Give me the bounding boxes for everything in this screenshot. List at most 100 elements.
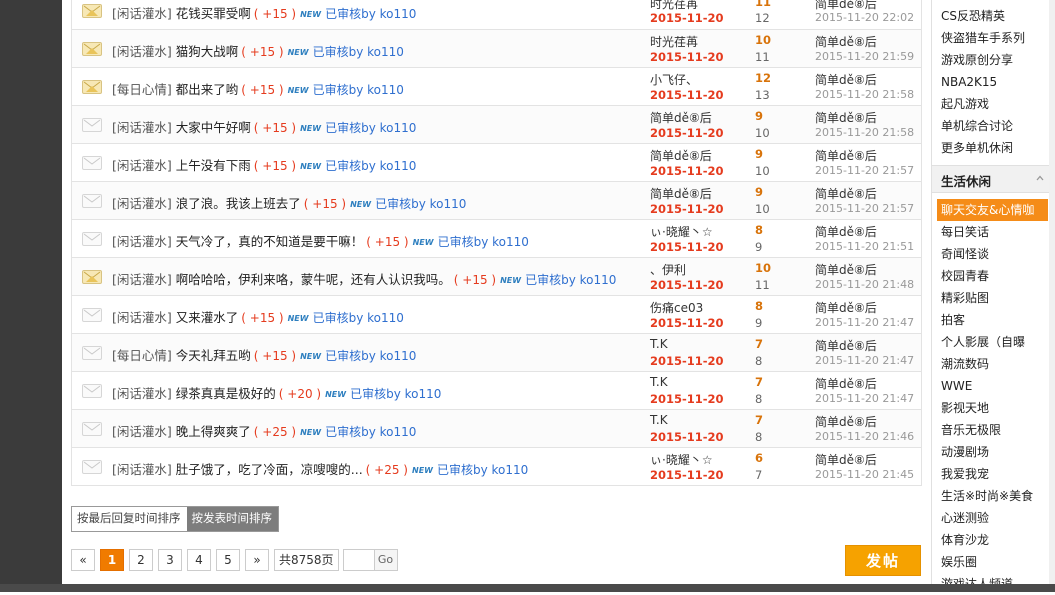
thread-row[interactable]: [闲话灌水] 又来灌水了( +15 ) NEW 已审核by ko110 伤痛ce03 2… — [72, 296, 921, 334]
sidebar-life-item[interactable]: 潮流数码 — [932, 353, 1055, 375]
page-number-input[interactable] — [342, 549, 374, 571]
last-reply-user[interactable]: 简单dě⑧后 — [815, 413, 877, 430]
thread-title-link[interactable]: 今天礼拜五哟 — [176, 348, 251, 363]
sidebar-life-item[interactable]: 奇闻怪谈 — [932, 243, 1055, 265]
last-reply-user[interactable]: 简单dě⑧后 — [815, 33, 877, 50]
thread-author[interactable]: T.K — [650, 375, 668, 389]
thread-title-link[interactable]: 浪了浪。我该上班去了 — [176, 196, 301, 211]
thread-author[interactable]: 简单dě⑧后 — [650, 185, 712, 202]
prev-page-button[interactable]: « — [71, 549, 95, 571]
page-1-button[interactable]: 1 — [100, 549, 124, 571]
thread-title-link[interactable]: 花钱买罪受啊 — [176, 6, 251, 21]
sort-by-post-time-button[interactable]: 按发表时间排序 — [186, 507, 278, 531]
last-reply-user[interactable]: 简单dě⑧后 — [815, 185, 877, 202]
thread-title-link[interactable]: 啊哈哈哈，伊利来咯，蒙牛呢，还有人认识我吗。 — [176, 272, 451, 287]
thread-title-link[interactable]: 都出来了哟 — [176, 82, 239, 97]
last-reply-user[interactable]: 简单dě⑧后 — [815, 451, 877, 468]
sidebar-life-item[interactable]: 音乐无极限 — [932, 419, 1055, 441]
thread-title-link[interactable]: 又来灌水了 — [176, 310, 239, 325]
page-5-button[interactable]: 5 — [216, 549, 240, 571]
sidebar-game-item[interactable]: 单机综合讨论 — [932, 115, 1055, 137]
thread-row[interactable]: [每日心情] 今天礼拜五哟( +15 ) NEW 已审核by ko110 T.K 201… — [72, 334, 921, 372]
thread-author[interactable]: 伤痛ce03 — [650, 299, 703, 316]
page-2-button[interactable]: 2 — [129, 549, 153, 571]
sidebar-life-item[interactable]: WWE — [932, 375, 1055, 397]
thread-row[interactable]: [闲话灌水] 肚子饿了，吃了冷面，凉嗖嗖的...( +25 ) NEW 已审核by … — [72, 448, 921, 486]
thread-row[interactable]: [闲话灌水] 啊哈哈哈，伊利来咯，蒙牛呢，还有人认识我吗。( +15 ) NEW 已… — [72, 258, 921, 296]
last-reply-user[interactable]: 简单dě⑧后 — [815, 223, 877, 240]
thread-author[interactable]: 简单dě⑧后 — [650, 109, 712, 126]
page-3-button[interactable]: 3 — [158, 549, 182, 571]
thread-row[interactable]: [闲话灌水] 绿茶真真是极好的( +20 ) NEW 已审核by ko110 T.K 2… — [72, 372, 921, 410]
sidebar-game-item[interactable]: 更多单机休闲 — [932, 137, 1055, 159]
sidebar-life-item[interactable]: 心迷测验 — [932, 507, 1055, 529]
sidebar-life-item[interactable]: 拍客 — [932, 309, 1055, 331]
last-reply-user[interactable]: 简单dě⑧后 — [815, 299, 877, 316]
thread-category[interactable]: [闲话灌水] — [112, 234, 172, 249]
sidebar-game-item[interactable]: 起凡游戏 — [932, 93, 1055, 115]
sidebar-life-item[interactable]: 个人影展（自曝 — [932, 331, 1055, 353]
thread-category[interactable]: [闲话灌水] — [112, 386, 172, 401]
thread-author[interactable]: ぃ·晓耀丶☆ — [650, 223, 713, 240]
sidebar-life-item[interactable]: 生活※时尚※美食 — [932, 485, 1055, 507]
last-reply-user[interactable]: 简单dě⑧后 — [815, 375, 877, 392]
thread-row[interactable]: [闲话灌水] 猫狗大战啊( +15 ) NEW 已审核by ko110 时光荏苒 201… — [72, 30, 921, 68]
sidebar-life-item[interactable]: 我爱我宠 — [932, 463, 1055, 485]
sidebar-game-item[interactable]: NBA2K15 — [932, 71, 1055, 93]
thread-row[interactable]: [闲话灌水] 上午没有下雨( +15 ) NEW 已审核by ko110 简单dě⑧后… — [72, 144, 921, 182]
thread-title-link[interactable]: 绿茶真真是极好的 — [176, 386, 276, 401]
thread-category[interactable]: [每日心情] — [112, 348, 172, 363]
sidebar-game-item[interactable]: CS反恐精英 — [932, 5, 1055, 27]
thread-title-link[interactable]: 大家中午好啊 — [176, 120, 251, 135]
thread-category[interactable]: [闲话灌水] — [112, 44, 172, 59]
thread-row[interactable]: [每日心情] 都出来了哟( +15 ) NEW 已审核by ko110 小飞仔、 201… — [72, 68, 921, 106]
thread-category[interactable]: [闲话灌水] — [112, 462, 172, 477]
thread-row[interactable]: [闲话灌水] 花钱买罪受啊( +15 ) NEW 已审核by ko110 时光荏苒 20… — [72, 0, 921, 30]
thread-row[interactable]: [闲话灌水] 晚上得爽爽了( +25 ) NEW 已审核by ko110 T.K 201… — [72, 410, 921, 448]
thread-title-link[interactable]: 上午没有下雨 — [176, 158, 251, 173]
thread-category[interactable]: [闲话灌水] — [112, 158, 172, 173]
thread-author[interactable]: 小飞仔、 — [650, 71, 698, 88]
new-post-button[interactable]: 发帖 — [845, 545, 921, 576]
last-reply-user[interactable]: 简单dě⑧后 — [815, 337, 877, 354]
thread-author[interactable]: T.K — [650, 413, 668, 427]
sidebar-life-item[interactable]: 体育沙龙 — [932, 529, 1055, 551]
sidebar-game-item[interactable]: 游戏原创分享 — [932, 49, 1055, 71]
thread-row[interactable]: [闲话灌水] 浪了浪。我该上班去了( +15 ) NEW 已审核by ko110 简单… — [72, 182, 921, 220]
go-button[interactable]: Go — [373, 549, 398, 571]
thread-author[interactable]: ぃ·晓耀丶☆ — [650, 451, 713, 468]
thread-title-link[interactable]: 猫狗大战啊 — [176, 44, 239, 59]
sidebar-life-item[interactable]: 精彩贴图 — [932, 287, 1055, 309]
sidebar-life-item[interactable]: 动漫剧场 — [932, 441, 1055, 463]
last-reply-user[interactable]: 简单dě⑧后 — [815, 109, 877, 126]
sort-by-last-reply-button[interactable]: 按最后回复时间排序 — [72, 507, 187, 531]
thread-title-link[interactable]: 晚上得爽爽了 — [176, 424, 251, 439]
thread-category[interactable]: [闲话灌水] — [112, 272, 172, 287]
thread-title-link[interactable]: 天气冷了，真的不知道是要干嘛！ — [176, 234, 364, 249]
page-4-button[interactable]: 4 — [187, 549, 211, 571]
thread-row[interactable]: [闲话灌水] 天气冷了，真的不知道是要干嘛！( +15 ) NEW 已审核by ko… — [72, 220, 921, 258]
thread-category[interactable]: [闲话灌水] — [112, 310, 172, 325]
thread-author[interactable]: 简单dě⑧后 — [650, 147, 712, 164]
thread-category[interactable]: [闲话灌水] — [112, 6, 172, 21]
last-reply-user[interactable]: 简单dě⑧后 — [815, 147, 877, 164]
section-header-life[interactable]: 生活休闲 — [932, 165, 1050, 193]
sidebar-life-item[interactable]: 影视天地 — [932, 397, 1055, 419]
chevron-up-icon[interactable] — [1036, 174, 1044, 182]
sidebar-life-item[interactable]: 每日笑话 — [932, 221, 1055, 243]
thread-author[interactable]: T.K — [650, 337, 668, 351]
sidebar-life-item[interactable]: 校园青春 — [932, 265, 1055, 287]
sidebar-life-item[interactable]: 娱乐圈 — [932, 551, 1055, 573]
thread-category[interactable]: [闲话灌水] — [112, 120, 172, 135]
next-page-button[interactable]: » — [245, 549, 269, 571]
thread-title-link[interactable]: 肚子饿了，吃了冷面，凉嗖嗖的... — [176, 462, 363, 477]
last-reply-user[interactable]: 简单dě⑧后 — [815, 71, 877, 88]
last-reply-user[interactable]: 简单dě⑧后 — [815, 261, 877, 278]
thread-category[interactable]: [每日心情] — [112, 82, 172, 97]
thread-category[interactable]: [闲话灌水] — [112, 196, 172, 211]
sidebar-item-active[interactable]: 聊天交友&心情咖 — [937, 199, 1048, 221]
thread-author[interactable]: 时光荏苒 — [650, 33, 698, 50]
thread-author[interactable]: 、伊利 — [650, 261, 686, 278]
thread-row[interactable]: [闲话灌水] 大家中午好啊( +15 ) NEW 已审核by ko110 简单dě⑧后… — [72, 106, 921, 144]
scrollbar[interactable] — [1049, 0, 1055, 584]
